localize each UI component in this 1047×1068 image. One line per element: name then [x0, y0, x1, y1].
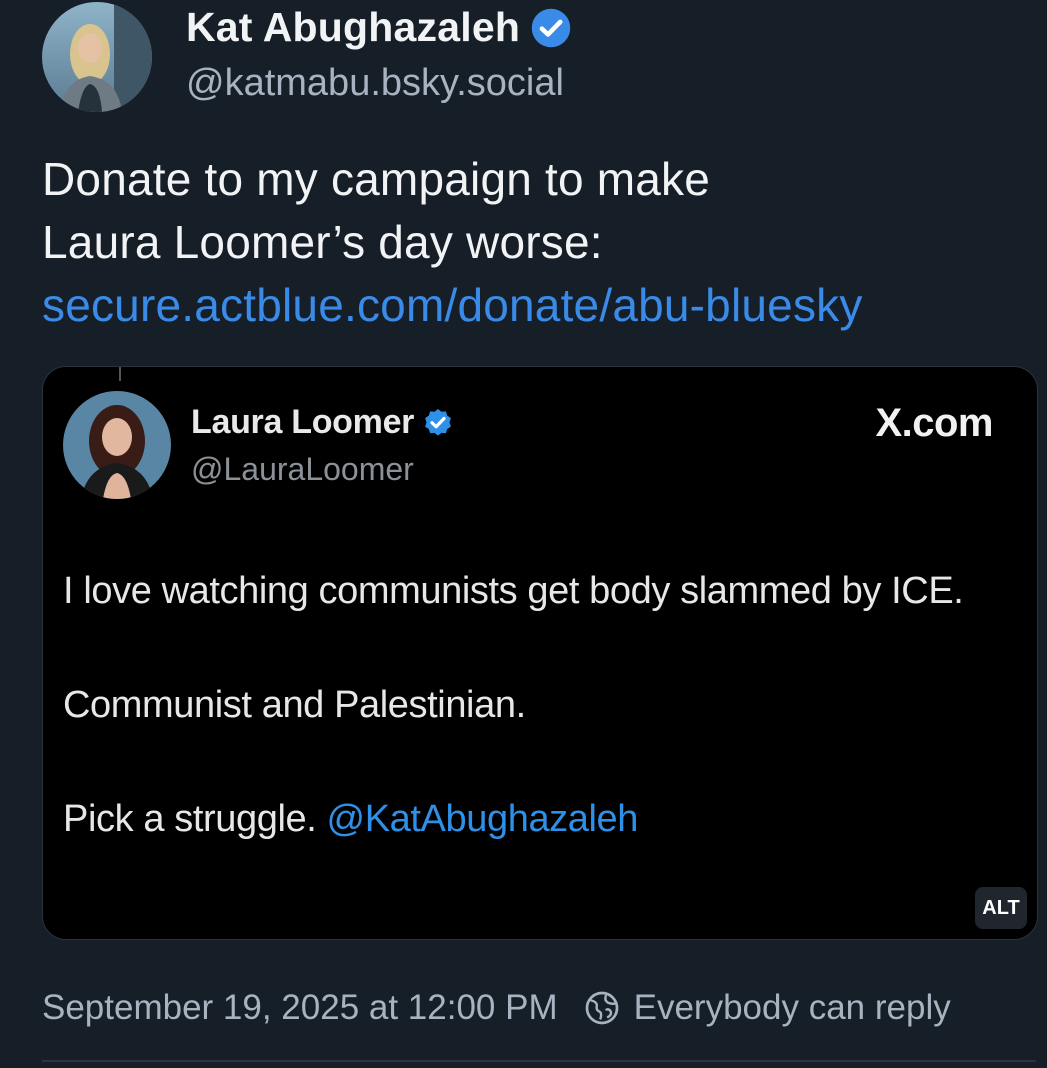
post-thread-anchor: Kat Abughazaleh @katmabu.bsky.social Don… [0, 0, 1047, 1068]
image-edge-mark [119, 367, 121, 381]
quoted-mention: @KatAbughazaleh [326, 798, 639, 840]
verified-badge-icon[interactable] [530, 7, 572, 49]
reply-settings[interactable]: Everybody can reply [584, 988, 951, 1028]
post-text-line-2: Laura Loomer’s day worse: [42, 216, 603, 268]
embedded-image[interactable]: Laura Loomer @LauraLoomer X.com I love w… [42, 366, 1038, 940]
quoted-author-avatar [63, 391, 171, 499]
author-avatar[interactable] [42, 2, 152, 112]
post-text: Donate to my campaign to make Laura Loom… [42, 148, 1032, 337]
divider [42, 1060, 1036, 1062]
quoted-paragraph-3: Pick a struggle. @KatAbughazaleh [63, 791, 1023, 848]
quoted-author-handle: @LauraLoomer [191, 451, 414, 487]
post-text-line-1: Donate to my campaign to make [42, 153, 711, 205]
author-display-name-text: Kat Abughazaleh [186, 4, 521, 50]
alt-text-button[interactable]: ALT [975, 887, 1027, 929]
quoted-author-avatar-image [63, 391, 171, 499]
quoted-paragraph-2: Communist and Palestinian. [63, 684, 526, 726]
post-meta: September 19, 2025 at 12:00 PM Everybody… [42, 986, 951, 1030]
quoted-post-body: I love watching communists get body slam… [63, 563, 1023, 848]
author-avatar-image [42, 2, 152, 112]
quoted-verified-badge-icon [425, 408, 452, 436]
quoted-author-name-text: Laura Loomer [191, 403, 415, 441]
source-label: X.com [875, 401, 993, 445]
quoted-paragraph-1: I love watching communists get body slam… [63, 570, 964, 612]
author-display-name[interactable]: Kat Abughazaleh [186, 4, 572, 51]
reply-settings-label: Everybody can reply [633, 988, 951, 1027]
globe-icon [585, 991, 618, 1025]
quoted-author-name: Laura Loomer [191, 403, 454, 442]
post-timestamp[interactable]: September 19, 2025 at 12:00 PM [42, 988, 558, 1028]
quoted-paragraph-3-text: Pick a struggle. [63, 798, 327, 840]
post-link[interactable]: secure.actblue.com/donate/abu-bluesky [42, 279, 863, 331]
author-handle[interactable]: @katmabu.bsky.social [186, 62, 564, 105]
